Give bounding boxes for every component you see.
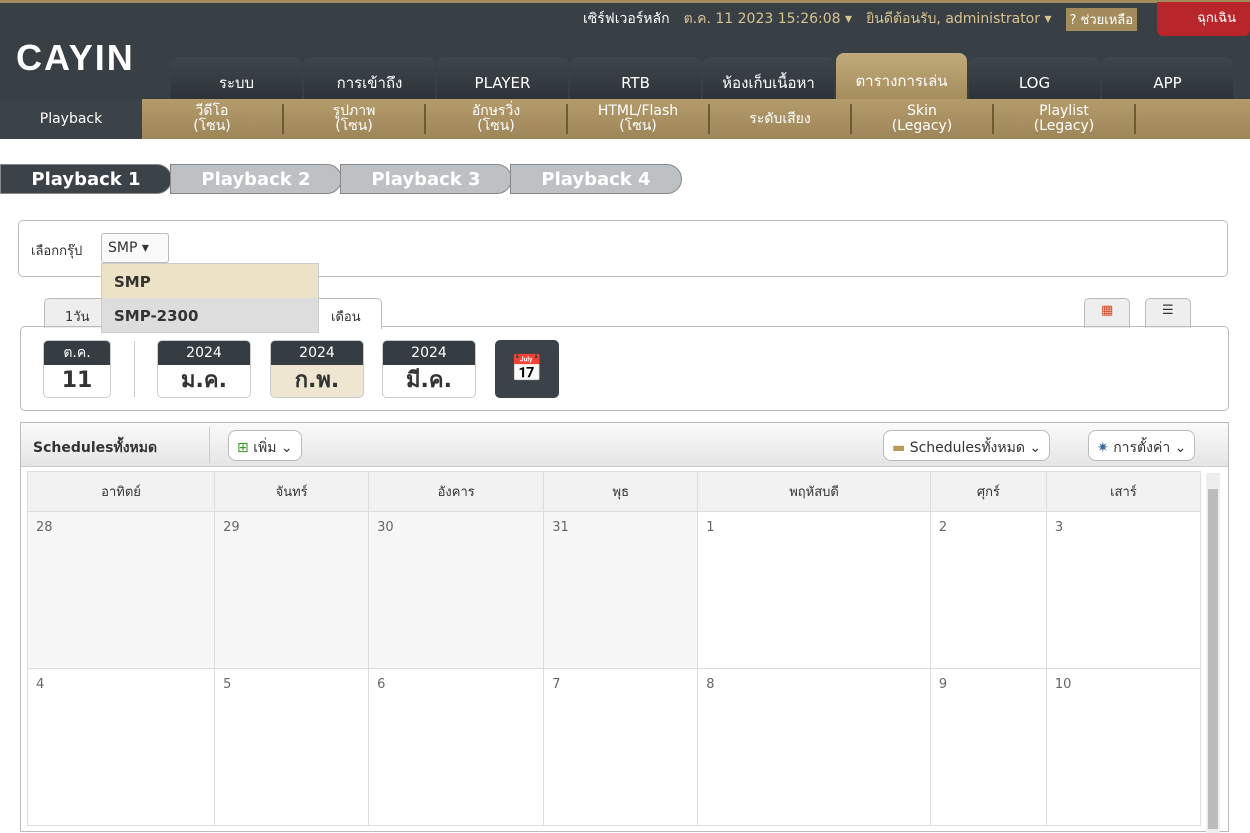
logo: CAYIN bbox=[16, 37, 135, 78]
settings-button[interactable]: ✷ การตั้งค่า ⌄ bbox=[1088, 430, 1196, 461]
nav-tab[interactable]: ระบบ bbox=[171, 57, 302, 102]
day-cell[interactable]: 6 bbox=[368, 668, 545, 826]
list-view-button[interactable]: ☰ bbox=[1145, 298, 1191, 328]
nav-tab[interactable]: RTB bbox=[570, 57, 701, 102]
playback-tabs: Playback 1 Playback 2 Playback 3 Playback 4 bbox=[0, 164, 682, 194]
divider bbox=[209, 427, 210, 463]
subnav-item[interactable]: Playlist (Legacy) bbox=[994, 104, 1136, 134]
nav-tab[interactable]: ห้องเก็บเนื้อหา bbox=[703, 57, 834, 102]
group-dropdown-menu: SMP SMP-2300 bbox=[101, 263, 319, 333]
today-button[interactable]: ต.ค. 11 bbox=[43, 340, 111, 398]
user-dropdown[interactable]: ยินดีต้อนรับ, administrator ▾ bbox=[866, 8, 1051, 30]
top-bar: CAYIN เซิร์ฟเวอร์หลัก ต.ค. 11 2023 15:26… bbox=[0, 0, 1250, 102]
day-cell[interactable]: 9 bbox=[929, 668, 1047, 826]
group-label: เลือกกรุ๊ป bbox=[31, 244, 83, 259]
nav-tab[interactable]: ตารางการเล่น bbox=[836, 53, 967, 102]
month-button[interactable]: 2024 ม.ค. bbox=[157, 340, 251, 398]
schedule-filter-button[interactable]: ▬ Schedulesทั้งหมด ⌄ bbox=[883, 430, 1051, 461]
nav-tab[interactable]: APP bbox=[1102, 57, 1233, 102]
list-icon: ▬ bbox=[892, 440, 906, 456]
playback-tab[interactable]: Playback 4 bbox=[510, 164, 682, 194]
day-cell[interactable]: 5 bbox=[214, 668, 370, 826]
weekday-header: อังคาร bbox=[368, 471, 545, 512]
main-nav: ระบบ การเข้าถึง PLAYER RTB ห้องเก็บเนื้อหา ตา… bbox=[171, 53, 1233, 102]
nav-tab[interactable]: LOG bbox=[969, 57, 1100, 102]
day-cell[interactable]: 29 bbox=[214, 511, 370, 669]
schedules-toolbar: Schedulesทั้งหมด ⊞ เพิ่ม ⌄ ▬ Schedulesทั… bbox=[21, 423, 1228, 467]
subnav-item[interactable]: อักษรวิ่ง (โซน) bbox=[426, 104, 568, 134]
weekday-header: เสาร์ bbox=[1045, 471, 1202, 512]
playback-tab[interactable]: Playback 3 bbox=[340, 164, 512, 194]
dropdown-option[interactable]: SMP bbox=[102, 264, 318, 298]
gear-icon: ✷ bbox=[1097, 440, 1109, 456]
tab-month[interactable]: เดือน bbox=[310, 298, 382, 329]
month-calendar: อาทิตย์ จันทร์ อังคาร พุธ พฤหัสบดี ศุกร์ เสาร์… bbox=[26, 471, 1202, 826]
sub-nav: Playback วีดีโอ (โซน) รูปภาพ (โซน) อักษรวิ่ง(… bbox=[0, 99, 1250, 139]
divider bbox=[134, 341, 135, 397]
subnav-item[interactable]: Skin (Legacy) bbox=[852, 104, 994, 134]
calendar-picker-icon[interactable]: 📅 bbox=[495, 340, 559, 398]
plus-icon: ⊞ bbox=[237, 440, 249, 456]
subnav-item[interactable]: HTML/Flash (โซน) bbox=[568, 104, 710, 134]
server-label: เซิร์ฟเวอร์หลัก bbox=[582, 11, 670, 27]
weekday-header: ศุกร์ bbox=[929, 471, 1047, 512]
datetime-dropdown[interactable]: ต.ค. 11 2023 15:26:08 ▾ bbox=[684, 8, 853, 30]
chevron-down-icon: ⌄ bbox=[1174, 440, 1187, 456]
subnav-item[interactable]: รูปภาพ (โซน) bbox=[284, 104, 426, 134]
calendar-view-button[interactable]: ▦ bbox=[1084, 298, 1131, 328]
weekday-header: พุธ bbox=[543, 471, 699, 512]
nav-tab[interactable]: PLAYER bbox=[437, 57, 568, 102]
chevron-down-icon: ⌄ bbox=[280, 440, 293, 456]
help-button[interactable]: ? ช่วยเหลือ bbox=[1065, 7, 1138, 31]
schedules-panel: Schedulesทั้งหมด ⊞ เพิ่ม ⌄ ▬ Schedulesทั… bbox=[20, 422, 1229, 833]
subnav-item[interactable]: Playback bbox=[0, 99, 142, 139]
group-select[interactable]: SMP ▾ bbox=[101, 233, 169, 263]
weekday-header: อาทิตย์ bbox=[26, 471, 216, 512]
weekday-header: จันทร์ bbox=[214, 471, 370, 512]
day-cell[interactable]: 1 bbox=[697, 511, 931, 669]
dropdown-option[interactable]: SMP-2300 bbox=[102, 298, 318, 332]
playback-tab[interactable]: Playback 1 bbox=[0, 164, 172, 194]
day-cell[interactable]: 3 bbox=[1045, 511, 1202, 669]
day-cell[interactable]: 4 bbox=[26, 668, 216, 826]
day-cell[interactable]: 7 bbox=[543, 668, 699, 826]
subnav-item[interactable]: วีดีโอ (โซน) bbox=[142, 104, 284, 134]
week-row: 28 29 30 31 1 2 3 bbox=[26, 511, 1202, 669]
add-button[interactable]: ⊞ เพิ่ม ⌄ bbox=[228, 430, 302, 461]
day-cell[interactable]: 28 bbox=[26, 511, 216, 669]
weekday-header: พฤหัสบดี bbox=[697, 471, 931, 512]
day-cell[interactable]: 2 bbox=[929, 511, 1047, 669]
day-cell[interactable]: 31 bbox=[543, 511, 699, 669]
subnav-item[interactable]: ระดับเสียง bbox=[710, 104, 852, 134]
scrollbar-thumb[interactable] bbox=[1208, 489, 1218, 829]
playback-tab[interactable]: Playback 2 bbox=[170, 164, 342, 194]
day-cell[interactable]: 30 bbox=[368, 511, 545, 669]
emergency-button[interactable]: ฉุกเฉิน bbox=[1157, 2, 1250, 36]
month-button-active[interactable]: 2024 ก.พ. bbox=[270, 340, 364, 398]
nav-tab[interactable]: การเข้าถึง bbox=[304, 57, 435, 102]
week-row: 4 5 6 7 8 9 10 bbox=[26, 668, 1202, 826]
day-cell[interactable]: 10 bbox=[1045, 668, 1202, 826]
status-bar: เซิร์ฟเวอร์หลัก ต.ค. 11 2023 15:26:08 ▾ … bbox=[582, 2, 1250, 36]
day-cell[interactable]: 8 bbox=[697, 668, 931, 826]
scrollbar[interactable] bbox=[1206, 473, 1220, 833]
chevron-down-icon: ⌄ bbox=[1029, 440, 1042, 456]
date-navigator: ต.ค. 11 2024 ม.ค. 2024 ก.พ. 2024 มี.ค. 📅 bbox=[20, 326, 1229, 411]
weekday-header-row: อาทิตย์ จันทร์ อังคาร พุธ พฤหัสบดี ศุกร์ เสาร์ bbox=[26, 471, 1202, 512]
month-button[interactable]: 2024 มี.ค. bbox=[382, 340, 476, 398]
schedules-title: Schedulesทั้งหมด bbox=[33, 440, 158, 456]
